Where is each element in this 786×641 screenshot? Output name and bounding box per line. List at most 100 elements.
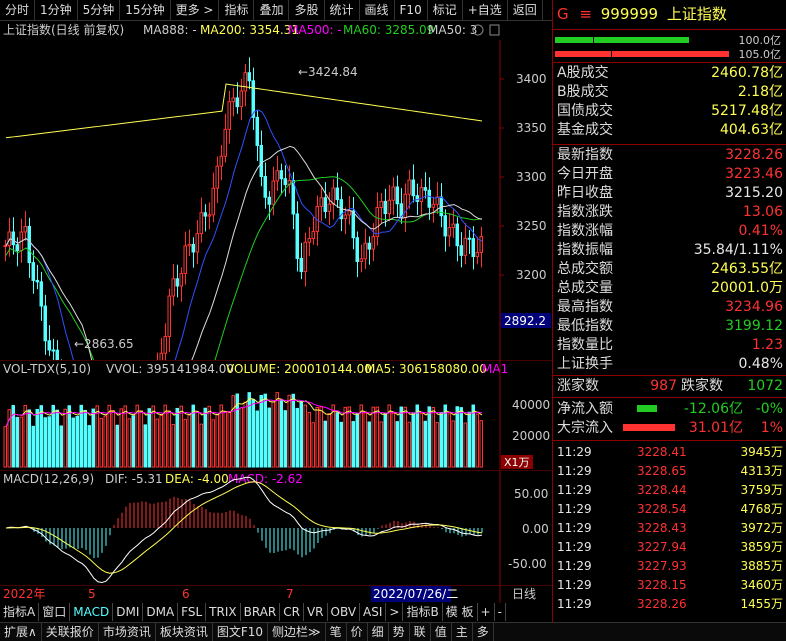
net-inflow-row: 净流入额 -12.06亿 -0%: [557, 400, 783, 419]
volume-bar: [331, 404, 335, 468]
volume-bar: [123, 405, 127, 468]
candle-body: [415, 195, 419, 202]
candle-body: [307, 238, 311, 243]
indicator-tab[interactable]: DMI: [113, 603, 144, 621]
volume-bar: [155, 418, 159, 468]
volume-bar: [195, 410, 199, 468]
indicator-tab[interactable]: FSL: [178, 603, 207, 621]
candle-body: [175, 278, 179, 287]
toolbar-item[interactable]: 标记: [428, 0, 463, 20]
toolbar-item[interactable]: 5分钟: [78, 0, 121, 20]
toolbar-item[interactable]: 返回: [508, 0, 543, 20]
net-inflow-pct: -0%: [755, 401, 783, 417]
toolbar-item[interactable]: 统计: [325, 0, 360, 20]
indicator-tab[interactable]: TRIX: [206, 603, 241, 621]
status-item[interactable]: 市场资讯: [99, 623, 156, 641]
volume-title: VOL-TDX(5,10): [3, 362, 91, 376]
status-item[interactable]: 多: [473, 623, 494, 641]
status-item[interactable]: 板块资讯: [156, 623, 213, 641]
menu-icon[interactable]: ≡: [579, 5, 592, 23]
volume-bar: [239, 407, 243, 468]
tick-price: 3228.41: [637, 445, 687, 459]
indicator-tab[interactable]: -: [495, 603, 506, 621]
indicator-tab[interactable]: VR: [304, 603, 328, 621]
indicator-tab[interactable]: DMA: [143, 603, 179, 621]
candle-body: [331, 187, 335, 205]
volume-bar: [163, 404, 167, 468]
stat-label: 最低指数: [557, 318, 613, 334]
indicator-tab[interactable]: MACD: [70, 603, 114, 621]
status-item[interactable]: 势: [389, 623, 410, 641]
volume-chart[interactable]: VOL-TDX(5,10) VVOL: 395141984.00 VOLUME:…: [0, 360, 552, 470]
net-inflow-bar: [637, 405, 657, 412]
tick-volume: 3460万: [740, 578, 783, 592]
indicator-tab[interactable]: BRAR: [241, 603, 281, 621]
indicator-tab[interactable]: ASI: [360, 603, 387, 621]
volume-label: VOLUME: 200010144.00: [226, 362, 372, 376]
down-ratio-bar: [555, 51, 729, 57]
x-label-6: 6: [182, 587, 190, 601]
volume-bar: [31, 425, 35, 468]
status-item[interactable]: 值: [431, 623, 452, 641]
toolbar-item[interactable]: 指标: [219, 0, 255, 20]
status-item[interactable]: 联: [410, 623, 431, 641]
indicator-tab[interactable]: +: [478, 603, 495, 621]
price-tick: 3250: [516, 219, 547, 233]
status-item[interactable]: 主: [452, 623, 473, 641]
index-stat-row: 指数量比 1.23: [557, 336, 783, 355]
toolbar-item[interactable]: 叠加: [254, 0, 290, 20]
indicator-tab[interactable]: 模 板: [443, 603, 478, 621]
indicator-tab[interactable]: 指标B: [403, 603, 443, 621]
tick-row: 11:29 3227.93 3885万: [557, 557, 785, 576]
candle-body: [319, 197, 323, 207]
group-marker: G: [557, 5, 569, 23]
price-chart[interactable]: 上证指数(日线 前复权) MA888: - MA200: 3354.31 MA5…: [0, 20, 552, 360]
volume-bar: [347, 406, 351, 468]
status-item[interactable]: 笔: [326, 623, 347, 641]
volume-bar: [139, 410, 143, 468]
indicator-tab[interactable]: OBV: [328, 603, 361, 621]
maximize-icon[interactable]: [489, 24, 500, 36]
candle-body: [459, 245, 463, 256]
toolbar-item[interactable]: 画线: [360, 0, 395, 20]
candle-body: [255, 116, 259, 146]
candle-body: [271, 180, 275, 205]
toolbar-item[interactable]: 1分钟: [35, 0, 78, 20]
indicator-tab[interactable]: 窗口: [39, 603, 71, 621]
volume-bar: [287, 394, 291, 468]
candle-body: [171, 278, 175, 297]
toolbar-item[interactable]: +自选: [463, 0, 508, 20]
candle-body: [407, 179, 411, 195]
candle-body: [355, 237, 359, 262]
candle-body: [47, 340, 51, 351]
status-item[interactable]: 关联报价: [42, 623, 99, 641]
candle-body: [11, 231, 15, 246]
stat-label: 最新指数: [557, 147, 613, 163]
toolbar-item[interactable]: 15分钟: [120, 0, 171, 20]
volume-bar: [251, 399, 255, 468]
indicator-tab[interactable]: CR: [280, 603, 304, 621]
quote-header: G ≡ 999999 上证指数: [557, 4, 785, 24]
toolbar-item[interactable]: 更多 >: [171, 0, 220, 20]
status-item[interactable]: 价: [347, 623, 368, 641]
toolbar-item[interactable]: 多股: [289, 0, 325, 20]
status-item[interactable]: 细: [368, 623, 389, 641]
volume-bar: [199, 423, 203, 468]
indicator-tab[interactable]: >: [386, 603, 404, 621]
toolbar-item[interactable]: 分时: [0, 0, 36, 20]
candle-body: [371, 236, 375, 250]
toolbar-item[interactable]: F10: [395, 0, 428, 20]
status-item[interactable]: 扩展∧: [0, 623, 42, 641]
status-item[interactable]: 图文F10: [213, 623, 269, 641]
volume-bar: [231, 395, 235, 468]
indicator-tab[interactable]: 指标A: [0, 603, 40, 621]
macd-chart[interactable]: MACD(12,26,9) DIF: -5.31 DEA: -4.00 MACD…: [0, 470, 552, 585]
volume-bar: [359, 404, 363, 468]
status-item[interactable]: 侧边栏≫: [268, 623, 326, 641]
index-stat-row: 最新指数 3228.26: [557, 146, 783, 165]
index-stat-row: 最低指数 3199.12: [557, 317, 783, 336]
stat-value: 3199.12: [725, 318, 783, 334]
volume-bar: [43, 417, 47, 468]
volume-bar: [223, 411, 227, 468]
volume-bar: [103, 415, 107, 468]
